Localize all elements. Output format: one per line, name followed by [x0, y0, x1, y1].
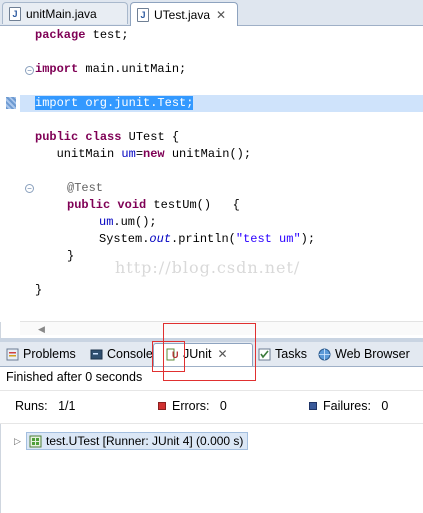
editor-ruler	[0, 26, 20, 322]
code-line[interactable]: }	[67, 248, 74, 265]
code-line[interactable]: unitMain um=new unitMain();	[35, 146, 251, 163]
fold-toggle-icon[interactable]: −	[25, 184, 34, 193]
tab-label: UTest.java	[154, 7, 211, 22]
scroll-left-icon[interactable]: ◀	[38, 324, 45, 334]
watermark: http://blog.csdn.net/	[115, 258, 301, 277]
code-line[interactable]: public void testUm() {	[67, 197, 240, 214]
occurrence-marker-icon	[6, 97, 16, 109]
code-line[interactable]: }	[35, 282, 42, 299]
java-file-icon: J	[9, 6, 21, 21]
code-line[interactable]: System.out.println("test um");	[99, 231, 315, 248]
console-icon	[90, 349, 103, 359]
code-line[interactable]: @Test	[67, 180, 103, 197]
code-line[interactable]: um.um();	[99, 214, 157, 231]
tab-tasks[interactable]: Tasks	[258, 345, 307, 363]
code-line[interactable]: import main.unitMain;	[35, 61, 186, 78]
problems-icon	[6, 348, 19, 360]
error-icon	[158, 402, 166, 410]
junit-status: Finished after 0 seconds	[6, 370, 143, 384]
close-icon[interactable]: ✕	[216, 8, 226, 22]
expand-arrow-icon[interactable]: ▷	[14, 436, 21, 447]
tasks-icon	[258, 348, 271, 360]
highlight-box	[152, 341, 185, 372]
java-file-icon: J	[137, 7, 149, 22]
tab-unitmain-java[interactable]: J unitMain.java	[2, 2, 128, 24]
tab-web-browser[interactable]: Web Browser	[318, 345, 410, 363]
runs-counter: Runs: 1/1	[15, 399, 76, 413]
tab-problems[interactable]: Problems	[6, 345, 76, 363]
tab-console[interactable]: Console	[90, 345, 153, 363]
code-line[interactable]: package test;	[35, 27, 129, 44]
globe-icon	[318, 348, 331, 360]
test-suite-pass-icon	[29, 435, 42, 447]
errors-counter: Errors: 0	[158, 399, 227, 413]
tab-utest-java[interactable]: J UTest.java ✕	[130, 2, 238, 26]
tab-label: unitMain.java	[26, 6, 97, 21]
failures-counter: Failures: 0	[309, 399, 388, 413]
failure-icon	[309, 402, 317, 410]
code-line-selected[interactable]: import org.junit.Test;	[35, 95, 194, 112]
test-result-row[interactable]: test.UTest [Runner: JUnit 4] (0.000 s)	[26, 432, 249, 450]
code-line[interactable]: public class UTest {	[35, 129, 179, 146]
fold-toggle-icon[interactable]: −	[25, 66, 34, 75]
